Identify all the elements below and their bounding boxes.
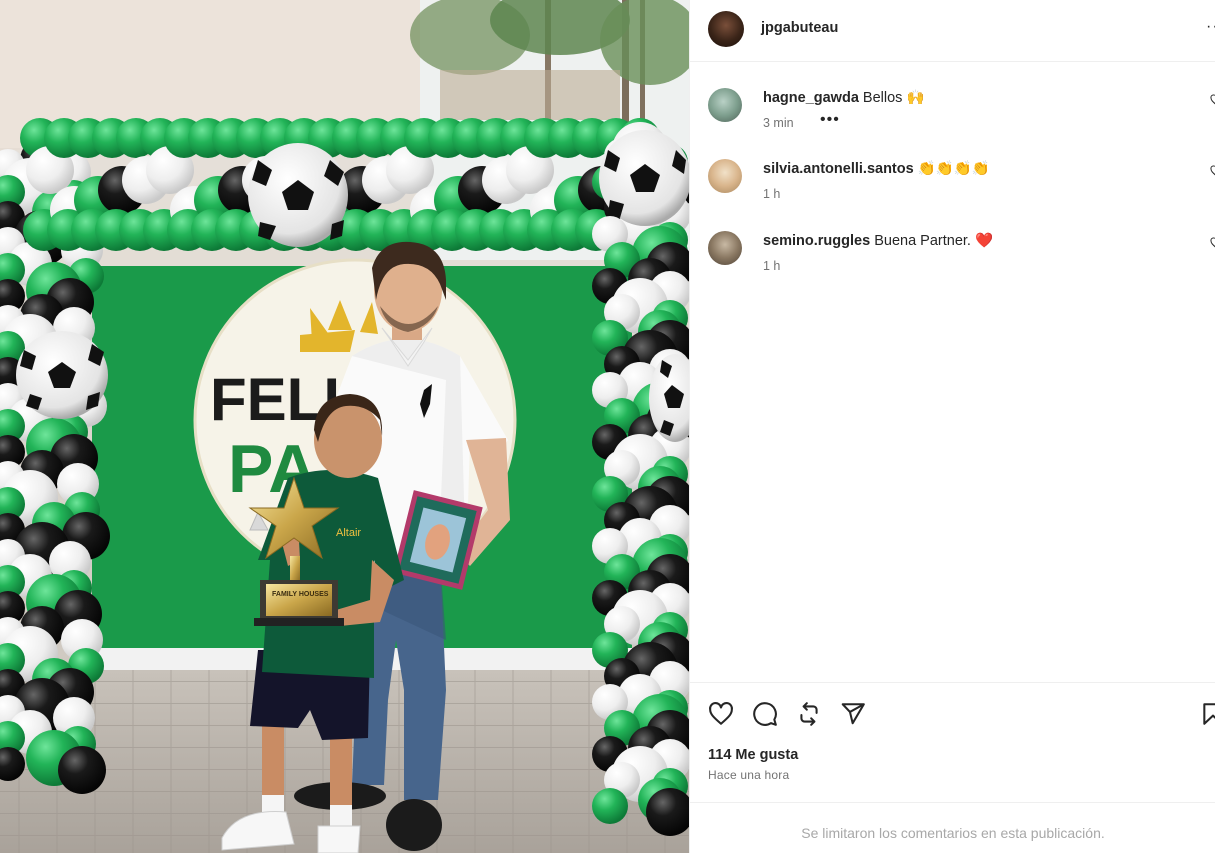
- comment-like-icon[interactable]: [1210, 237, 1215, 249]
- comment-username[interactable]: semino.ruggles: [763, 233, 870, 249]
- comment-item: hagne_gawda Bellos 🙌 3 min •••: [690, 88, 1215, 148]
- comment-like-icon[interactable]: [1210, 94, 1215, 106]
- comment-time: 1 h: [763, 259, 781, 273]
- comment-more-icon[interactable]: •••: [820, 111, 840, 129]
- comments-limited-notice: Se limitaron los comentarios en esta pub…: [801, 825, 1105, 841]
- soccer-ball-balloon: [599, 130, 689, 226]
- soccer-ball-balloon: [16, 331, 108, 419]
- post-timestamp[interactable]: Hace una hora: [708, 768, 789, 782]
- like-count[interactable]: 114 Me gusta: [708, 747, 798, 763]
- soccer-ball-balloon: [248, 143, 348, 247]
- post-actions: 114 Me gusta Hace una hora: [690, 682, 1215, 802]
- comment-text: 👏👏👏👏: [917, 161, 990, 177]
- commenter-avatar[interactable]: [708, 231, 742, 265]
- balloon: [58, 746, 106, 794]
- commenter-avatar[interactable]: [708, 88, 742, 122]
- post-photo[interactable]: FELIZ PA Altair FAMILY HOUSES: [0, 0, 689, 853]
- post-sidebar: jpgabuteau ··· hagne_gawda Bellos 🙌 3 mi…: [689, 0, 1215, 853]
- comment-text: Buena Partner. ❤️: [874, 233, 994, 249]
- comment-item: semino.ruggles Buena Partner. ❤️ 1 h: [690, 231, 1215, 291]
- repost-icon[interactable]: [796, 701, 822, 727]
- trophy-plate-text: FAMILY HOUSES: [272, 591, 329, 598]
- comment-line: silvia.antonelli.santos 👏👏👏👏: [763, 160, 990, 177]
- commenter-avatar[interactable]: [708, 159, 742, 193]
- comment-icon[interactable]: [752, 701, 778, 727]
- comment-line: semino.ruggles Buena Partner. ❤️: [763, 232, 993, 249]
- more-options-icon[interactable]: ···: [1206, 18, 1215, 36]
- comments-footer: Se limitaron los comentarios en esta pub…: [690, 802, 1215, 853]
- comment-time: 3 min: [763, 116, 794, 130]
- comment-text: Bellos 🙌: [862, 90, 925, 106]
- comment-username[interactable]: hagne_gawda: [763, 90, 859, 106]
- comment-line: hagne_gawda Bellos 🙌: [763, 89, 925, 106]
- shirt-logo: Altair: [336, 527, 361, 539]
- bookmark-icon[interactable]: [1200, 701, 1215, 727]
- author-avatar[interactable]: [708, 11, 744, 47]
- comment-like-icon[interactable]: [1210, 165, 1215, 177]
- author-username[interactable]: jpgabuteau: [761, 20, 838, 36]
- heart-icon[interactable]: [708, 701, 734, 727]
- comment-time: 1 h: [763, 187, 781, 201]
- comment-item: silvia.antonelli.santos 👏👏👏👏 1 h: [690, 159, 1215, 219]
- share-icon[interactable]: [840, 701, 866, 727]
- comment-username[interactable]: silvia.antonelli.santos: [763, 161, 914, 177]
- post-header: jpgabuteau ···: [690, 0, 1215, 62]
- balloon: [592, 788, 628, 824]
- photo-illustration: FELIZ PA Altair FAMILY HOUSES: [0, 0, 689, 853]
